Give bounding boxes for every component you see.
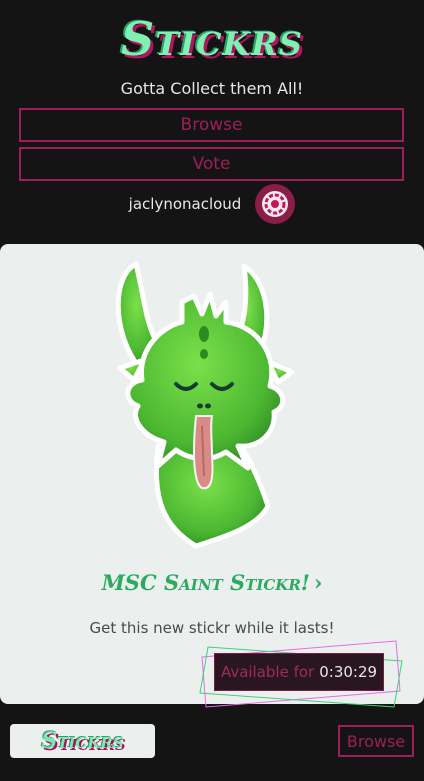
timer-box: Available for 0:30:29 — [214, 653, 384, 691]
footer-browse-button[interactable]: Browse — [338, 725, 414, 757]
green-creature-sticker[interactable] — [98, 256, 318, 556]
availability-timer: Available for 0:30:29 — [198, 637, 404, 711]
timer-label: Available for — [220, 663, 315, 681]
avatar-swirl-icon — [262, 191, 289, 217]
sticker-title-link[interactable]: MSC Saint Stickr! › — [0, 570, 424, 595]
featured-sticker-card: MSC Saint Stickr! › Get this new stickr w… — [0, 244, 424, 708]
sticker-description: Get this new stickr while it lasts! — [89, 619, 335, 637]
tagline: Gotta Collect them All! — [120, 79, 304, 98]
vote-button[interactable]: Vote — [19, 147, 404, 181]
header: Stickrs Gotta Collect them All! Browse V… — [0, 0, 424, 234]
footer: Stickrs Browse — [0, 712, 424, 781]
site-logo[interactable]: Stickrs — [0, 12, 424, 66]
sticker-title: MSC Saint Stickr! — [101, 570, 311, 595]
username[interactable]: jaclynonacloud — [129, 195, 242, 213]
user-info: jaclynonacloud — [0, 183, 424, 225]
footer-logo[interactable]: Stickrs — [10, 724, 155, 758]
timer-value: 0:30:29 — [319, 663, 378, 681]
avatar[interactable] — [255, 184, 296, 224]
chevron-right-icon: › — [314, 570, 323, 595]
browse-button[interactable]: Browse — [19, 108, 404, 142]
